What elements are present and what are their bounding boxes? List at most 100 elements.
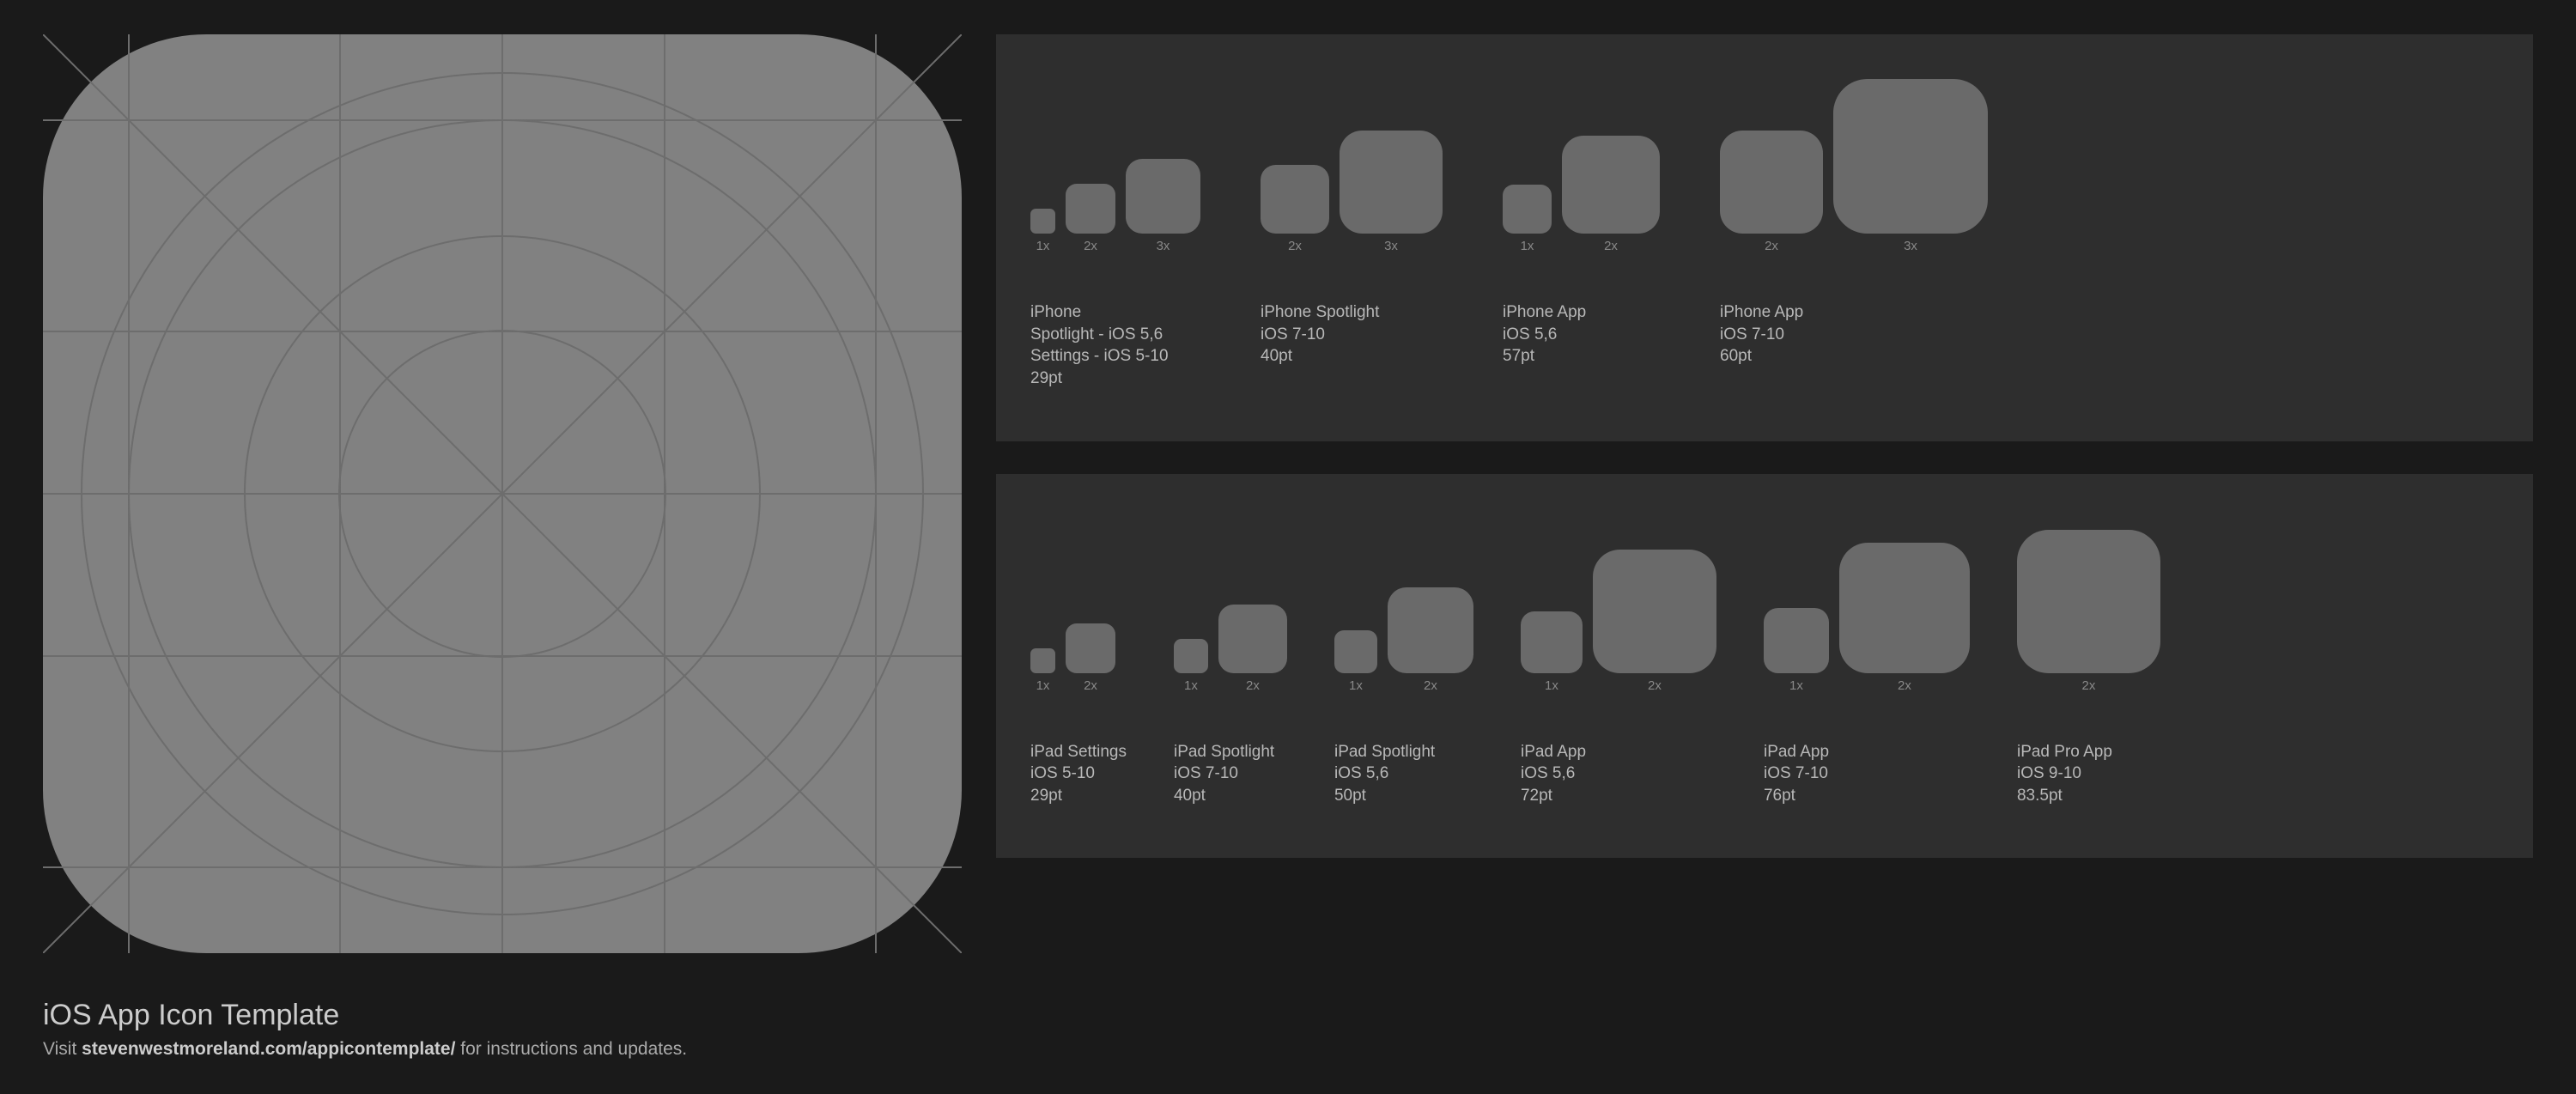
- icon-group-ipad-3: 1x 2x iPad AppiOS 5,672pt: [1521, 530, 1716, 807]
- app-icon: [2017, 530, 2160, 673]
- group-title: iPhone App: [1503, 301, 1660, 324]
- app-icon: [1066, 184, 1115, 234]
- app-icon: [1174, 639, 1208, 673]
- group-info: iPhone AppiOS 7-1060pt: [1720, 301, 1988, 368]
- icon-variant: 2x: [1066, 623, 1115, 693]
- icon-group-iphone-3: 2x3x iPhone AppiOS 7-1060pt: [1720, 90, 1988, 390]
- icon-variant: 2x: [1066, 184, 1115, 253]
- group-line: 57pt: [1503, 345, 1660, 368]
- group-line: 29pt: [1030, 785, 1127, 807]
- app-icon: [1833, 79, 1988, 234]
- app-icon: [1503, 185, 1552, 234]
- group-title: iPhone: [1030, 301, 1200, 324]
- app-icon: [1334, 630, 1377, 673]
- icon-variant: 2x: [1839, 543, 1970, 693]
- group-line: 60pt: [1720, 345, 1988, 368]
- app-icon: [1261, 165, 1329, 234]
- group-line: 40pt: [1261, 345, 1443, 368]
- icon-variant: 1x: [1174, 639, 1208, 693]
- group-line: iOS 5,6: [1521, 763, 1716, 785]
- icon-variant: 1x: [1503, 185, 1552, 253]
- group-line: 83.5pt: [2017, 785, 2160, 807]
- icon-variant: 2x: [1261, 165, 1329, 253]
- group-info: iPhoneSpotlight - iOS 5,6Settings - iOS …: [1030, 301, 1200, 390]
- icon-size-row: 1x2x: [1030, 530, 1127, 693]
- group-line: Spotlight - iOS 5,6: [1030, 324, 1200, 346]
- app-icon: [1218, 605, 1287, 673]
- icon-size-row: 1x 2x: [1334, 530, 1473, 693]
- icon-variant: 2x: [1593, 550, 1716, 693]
- app-icon: [1839, 543, 1970, 673]
- icon-variant: 2x: [1218, 605, 1287, 693]
- app-icon: [1066, 623, 1115, 673]
- icon-size-row: 1x 2x: [1174, 530, 1287, 693]
- group-line: Settings - iOS 5-10: [1030, 345, 1200, 368]
- app-icon: [1388, 587, 1473, 673]
- group-line: 76pt: [1764, 785, 1970, 807]
- footer-url[interactable]: stevenwestmoreland.com/appicontemplate/: [82, 1039, 455, 1059]
- icon-variant: 3x: [1126, 159, 1200, 253]
- icon-size-row: 2x 3x: [1261, 90, 1443, 253]
- scale-label: 1x: [1036, 239, 1050, 253]
- icon-size-row: 2x3x: [1720, 90, 1988, 253]
- icon-group-ipad-5: 2xiPad Pro AppiOS 9-1083.5pt: [2017, 530, 2160, 807]
- scale-label: 2x: [2082, 678, 2096, 693]
- large-icon-template: [43, 34, 962, 953]
- scale-label: 2x: [1288, 239, 1302, 253]
- group-line: 72pt: [1521, 785, 1716, 807]
- group-line: iOS 7-10: [1764, 763, 1970, 785]
- scale-label: 3x: [1384, 239, 1398, 253]
- app-icon: [1562, 136, 1660, 234]
- ipad-panel: 1x2xiPad SettingsiOS 5-1029pt1x2xiPad Sp…: [996, 474, 2533, 859]
- icon-variant: 1x: [1764, 608, 1829, 693]
- icon-group-iphone-2: 1x 2x iPhone AppiOS 5,657pt: [1503, 90, 1660, 390]
- group-line: 29pt: [1030, 368, 1200, 390]
- group-line: iOS 7-10: [1261, 324, 1443, 346]
- icon-variant: 1x: [1334, 630, 1377, 693]
- scale-label: 1x: [1545, 678, 1558, 693]
- scale-label: 2x: [1246, 678, 1260, 693]
- group-title: iPad App: [1764, 741, 1970, 763]
- scale-label: 2x: [1424, 678, 1437, 693]
- scale-label: 2x: [1084, 239, 1097, 253]
- scale-label: 1x: [1789, 678, 1803, 693]
- icon-variant: 2x: [2017, 530, 2160, 693]
- group-title: iPad App: [1521, 741, 1716, 763]
- group-title: iPhone App: [1720, 301, 1988, 324]
- app-icon: [1593, 550, 1716, 673]
- app-icon: [1340, 131, 1443, 234]
- app-icon: [1030, 209, 1055, 234]
- icon-size-row: 1x 2x: [1521, 530, 1716, 693]
- scale-label: 2x: [1084, 678, 1097, 693]
- icon-group-ipad-1: 1x 2x iPad SpotlightiOS 7-1040pt: [1174, 530, 1287, 807]
- iphone-panel: 1x 2x 3x iPhoneSpotlight - iOS 5,6Settings …: [996, 34, 2533, 441]
- scale-label: 2x: [1648, 678, 1662, 693]
- scale-label: 2x: [1765, 239, 1778, 253]
- group-info: iPad SpotlightiOS 7-1040pt: [1174, 741, 1287, 807]
- group-line: iOS 7-10: [1720, 324, 1988, 346]
- app-icon: [1521, 611, 1583, 673]
- group-title: iPad Spotlight: [1174, 741, 1287, 763]
- group-info: iPad AppiOS 5,672pt: [1521, 741, 1716, 807]
- group-info: iPad SettingsiOS 5-1029pt: [1030, 741, 1127, 807]
- scale-label: 1x: [1184, 678, 1198, 693]
- icon-variant: 1x: [1030, 209, 1055, 253]
- icon-variant: 3x: [1833, 79, 1988, 253]
- group-line: 50pt: [1334, 785, 1473, 807]
- icon-variant: 2x: [1562, 136, 1660, 253]
- scale-label: 1x: [1521, 239, 1534, 253]
- icon-size-row: 1x 2x: [1503, 90, 1660, 253]
- icon-size-row: 2x: [2017, 530, 2160, 693]
- group-title: iPad Spotlight: [1334, 741, 1473, 763]
- app-icon: [1030, 648, 1055, 673]
- icon-variant: 2x: [1720, 131, 1823, 253]
- icon-variant: 1x: [1521, 611, 1583, 693]
- icon-group-ipad-0: 1x2x iPad SettingsiOS 5-1029pt: [1030, 530, 1127, 807]
- icon-variant: 2x: [1388, 587, 1473, 693]
- group-line: iOS 7-10: [1174, 763, 1287, 785]
- group-title: iPad Settings: [1030, 741, 1127, 763]
- large-icon-surface: [43, 34, 962, 953]
- group-line: 40pt: [1174, 785, 1287, 807]
- scale-label: 2x: [1604, 239, 1618, 253]
- group-info: iPhone AppiOS 5,657pt: [1503, 301, 1660, 368]
